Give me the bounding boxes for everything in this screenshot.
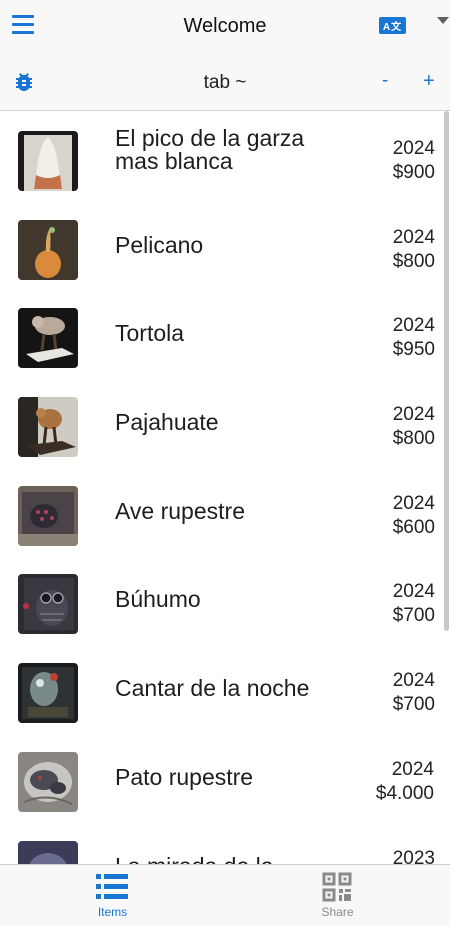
list-item[interactable]: Ave rupestre 2024 $600 — [0, 466, 450, 555]
item-year: 2024 — [392, 492, 435, 514]
app-header: Welcome A文 tab ~ - + — [0, 0, 450, 111]
list-item[interactable]: Tortola 2024 $950 — [0, 288, 450, 377]
title-bar: Welcome A文 — [0, 0, 450, 54]
item-year: 2024 — [391, 758, 434, 780]
item-price: $600 — [392, 516, 435, 538]
qr-code-icon — [322, 872, 352, 902]
item-name: Búhumo — [115, 586, 201, 613]
item-price: $700 — [392, 694, 435, 716]
item-price: $800 — [392, 250, 435, 272]
list-item[interactable]: Búhumo 2024 $700 — [0, 554, 450, 643]
item-price: $4.000 — [375, 782, 434, 804]
item-name: Tortola — [115, 320, 185, 347]
item-thumbnail — [18, 485, 78, 546]
list-item[interactable]: La mirada de la 2023 — [0, 821, 450, 865]
item-name: Ave rupestre — [115, 497, 245, 524]
nav-items-tab[interactable]: Items — [0, 865, 225, 926]
tab-bar: tab ~ - + — [0, 54, 450, 110]
zoom-in-button[interactable]: + — [423, 70, 435, 93]
zoom-out-button[interactable]: - — [382, 70, 388, 92]
translate-icon[interactable]: A文 — [379, 17, 406, 34]
bottom-nav: Items Share — [0, 864, 450, 926]
list-item[interactable]: El pico de la garza mas blanca 2024 $900 — [0, 111, 450, 200]
item-name: Pajahuate — [115, 409, 219, 436]
item-year: 2024 — [392, 670, 435, 692]
item-year: 2024 — [392, 315, 435, 337]
items-list[interactable]: El pico de la garza mas blanca 2024 $900… — [0, 111, 450, 864]
item-price: $700 — [392, 605, 435, 627]
item-name: El pico de la garza mas blanca — [115, 125, 305, 174]
list-item[interactable]: Pelicano 2024 $800 — [0, 200, 450, 289]
chevron-down-icon[interactable] — [437, 17, 449, 24]
item-year: 2023 — [392, 847, 435, 865]
item-name: Pato rupestre — [115, 763, 254, 790]
list-item[interactable]: Pajahuate 2024 $800 — [0, 377, 450, 466]
item-year: 2024 — [392, 581, 435, 603]
item-year: 2024 — [392, 226, 435, 248]
item-name: La mirada de la — [115, 854, 345, 864]
item-thumbnail — [18, 574, 78, 635]
nav-share-label: Share — [321, 905, 354, 919]
item-thumbnail — [18, 663, 78, 724]
item-price: $950 — [392, 339, 435, 361]
list-icon — [96, 874, 128, 899]
item-thumbnail — [18, 751, 78, 812]
item-year: 2024 — [392, 138, 435, 159]
item-thumbnail — [18, 397, 78, 458]
item-price: $900 — [392, 162, 435, 183]
nav-items-label: Items — [97, 905, 128, 919]
item-year: 2024 — [392, 404, 435, 426]
item-name: Cantar de la noche — [115, 675, 310, 702]
item-thumbnail — [18, 308, 78, 369]
nav-share-tab[interactable]: Share — [225, 865, 450, 926]
menu-icon[interactable] — [12, 15, 34, 37]
scrollbar[interactable] — [444, 111, 449, 631]
item-thumbnail — [18, 219, 78, 280]
list-item[interactable]: Pato rupestre 2024 $4.000 — [0, 732, 450, 821]
item-price: $800 — [392, 428, 435, 450]
bug-icon[interactable] — [12, 70, 36, 94]
item-thumbnail — [18, 840, 78, 864]
item-name: Pelicano — [115, 231, 204, 258]
list-item[interactable]: Cantar de la noche 2024 $700 — [0, 643, 450, 732]
item-thumbnail — [18, 131, 78, 191]
